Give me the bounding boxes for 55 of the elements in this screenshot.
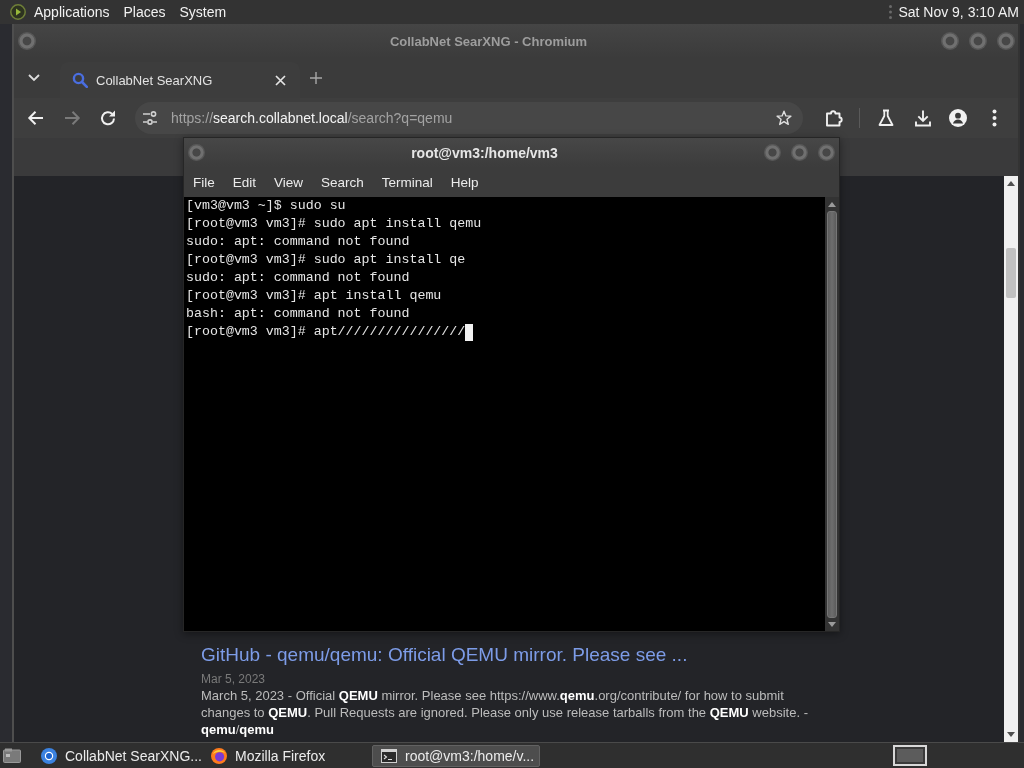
address-field[interactable]: https://search.collabnet.local/search?q=qemu [135, 102, 803, 134]
result-date: Mar 5, 2023 [201, 672, 266, 687]
terminal-line: [root@vm3 vm3]# apt install qemu [186, 287, 442, 305]
terminal-line: [root@vm3 vm3]# sudo apt install qe [186, 251, 466, 269]
search-icon [72, 72, 88, 88]
scroll-down-arrow-icon[interactable] [1007, 732, 1015, 737]
menu-item[interactable]: View [265, 170, 313, 194]
taskbar-button[interactable]: CollabNet SearXNG... [32, 744, 200, 767]
terminal-line: bash: apt: command not found [186, 305, 410, 323]
kebab-menu-icon[interactable] [992, 109, 997, 127]
chevron-down-icon[interactable] [28, 74, 40, 82]
workspace-switcher[interactable] [893, 745, 927, 766]
folder-icon[interactable] [3, 748, 21, 763]
flask-icon[interactable] [876, 108, 896, 128]
avatar-icon[interactable] [949, 109, 967, 127]
download-icon[interactable] [913, 108, 933, 128]
reload-icon[interactable] [98, 108, 118, 128]
terminal-line: [root@vm3 vm3]# apt//////////////// [186, 323, 466, 341]
terminal-line: sudo: apt: command not found [186, 233, 410, 251]
scrollbar[interactable] [1004, 176, 1018, 742]
window-title: root@vm3:/home/vm3 [410, 144, 559, 161]
scrollbar-thumb[interactable] [1006, 248, 1016, 298]
close-icon[interactable] [275, 74, 286, 86]
result-snippet: March 5, 2023 - Official QEMU mirror. Please see https://www.qemu.org/contribute/ for how to submit changes to QEMU. Pull Requests are ignored. Please only use release tarballs from the QEMU website. - qemu/qemu [201, 687, 809, 738]
drag-handle-icon [889, 5, 893, 19]
panel-menu[interactable]: Places [123, 4, 166, 20]
window-title: CollabNet SearXNG - Chromium [388, 33, 589, 49]
taskbar-button[interactable]: root@vm3:/home/v... [372, 744, 540, 767]
menu-item[interactable]: File [184, 170, 224, 194]
terminal-line: [root@vm3 vm3]# sudo apt install qemu [186, 215, 482, 233]
scroll-up-arrow-icon[interactable] [828, 202, 836, 207]
play-circle-icon[interactable] [10, 4, 26, 20]
menu-item[interactable]: Edit [223, 170, 266, 194]
taskbar-button[interactable]: Mozilla Firefox [202, 744, 370, 767]
puzzle-piece-icon[interactable] [824, 108, 844, 128]
menu-item[interactable]: Help [441, 170, 488, 194]
panel-menu[interactable]: Applications [34, 4, 110, 20]
clock[interactable]: Sat Nov 9, 3:10 AM [898, 4, 1019, 20]
sliders-icon[interactable] [142, 111, 158, 125]
terminal-icon [381, 748, 397, 763]
panel-menu[interactable]: System [179, 4, 227, 20]
result-title-link[interactable]: GitHub - qemu/qemu: Official QEMU mirror. Please see ... [201, 643, 688, 667]
scrollbar-thumb[interactable] [827, 211, 837, 618]
star-icon[interactable] [776, 110, 792, 126]
menu-item[interactable]: Search [312, 170, 373, 194]
scroll-down-arrow-icon[interactable] [828, 622, 836, 627]
disc-logo-icon [211, 747, 227, 764]
menu-item[interactable]: Terminal [372, 170, 442, 194]
scrollbar[interactable] [825, 197, 839, 631]
ring-logo-icon [41, 747, 57, 764]
plus-icon[interactable] [310, 72, 322, 84]
back-arrow-icon[interactable] [26, 108, 46, 128]
scroll-up-arrow-icon[interactable] [1007, 181, 1015, 186]
terminal-line: [vm3@vm3 ~]$ sudo su [186, 197, 346, 215]
terminal-line: sudo: apt: command not found [186, 269, 410, 287]
